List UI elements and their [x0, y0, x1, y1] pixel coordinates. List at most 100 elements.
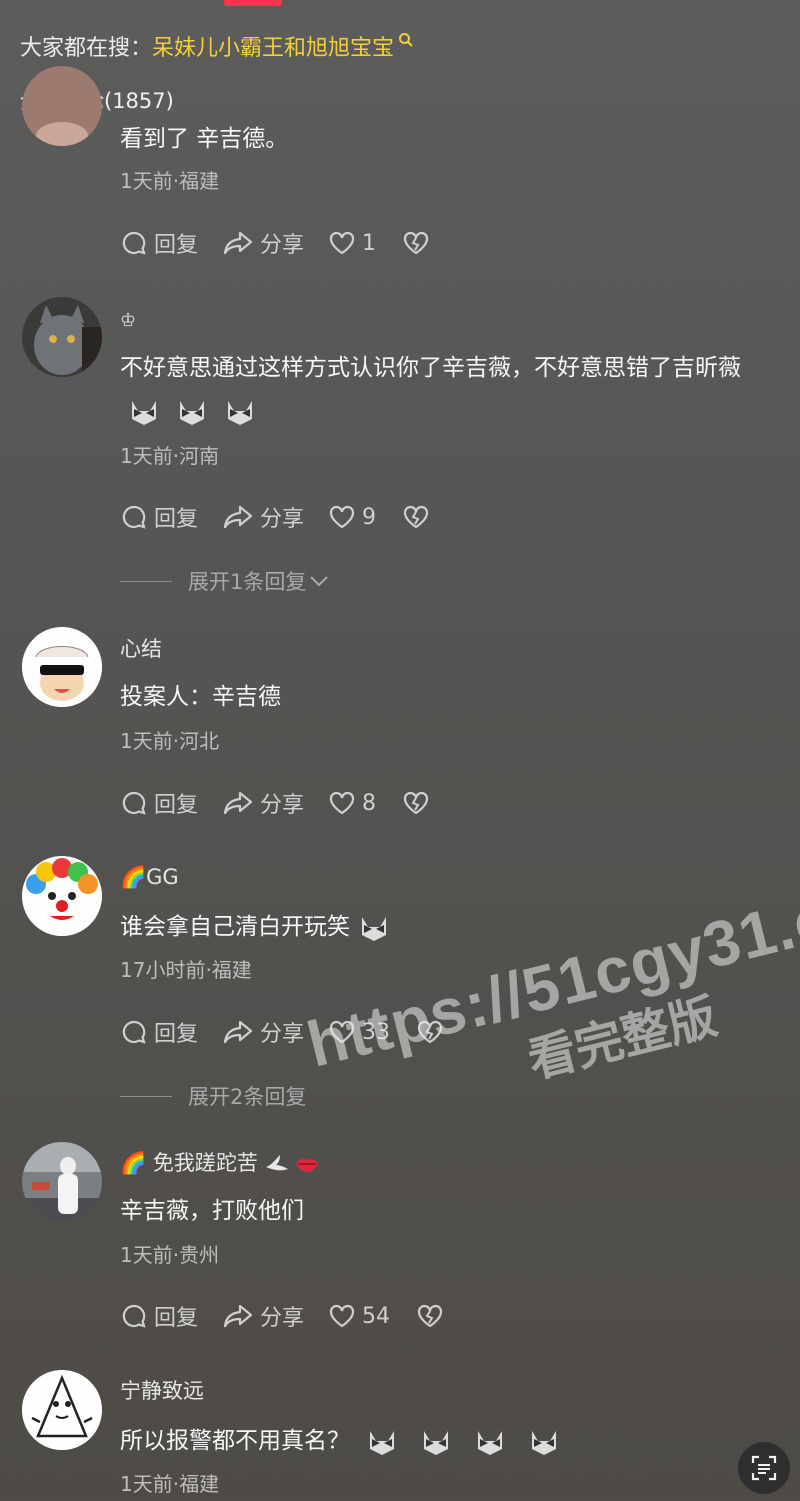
- dislike-button[interactable]: [402, 790, 436, 816]
- like-button[interactable]: 8: [328, 790, 376, 816]
- like-button[interactable]: 54: [328, 1303, 390, 1329]
- avatar[interactable]: [22, 1142, 102, 1222]
- share-icon: [223, 791, 253, 815]
- comment-actions: 回复 分享 54: [120, 1299, 474, 1333]
- avatar[interactable]: [22, 1370, 102, 1450]
- reply-button[interactable]: 回复: [120, 1300, 198, 1332]
- share-icon: [223, 505, 253, 529]
- reply-icon: [122, 791, 146, 815]
- comment-username[interactable]: 🌈 免我蹉跎苦: [120, 1148, 320, 1178]
- reply-label: 回复: [154, 793, 199, 818]
- comment-text: 投案人：辛吉德: [120, 684, 281, 710]
- reply-label: 回复: [154, 233, 199, 258]
- comment-meta: 1天前·福建: [120, 1472, 220, 1496]
- comment-meta: 1天前·贵州: [120, 1243, 220, 1267]
- cat-emoji-icon: [420, 1427, 452, 1457]
- comment-actions: 回复 分享 9: [120, 500, 460, 534]
- comment-username-text: 🌈 免我蹉跎苦: [120, 1151, 258, 1175]
- broken-heart-icon: [403, 505, 429, 529]
- avatar[interactable]: [22, 627, 102, 707]
- like-button[interactable]: 9: [328, 504, 376, 530]
- share-button[interactable]: 分享: [222, 787, 304, 819]
- share-icon: [223, 1020, 253, 1044]
- scan-text-button[interactable]: [738, 1442, 790, 1494]
- reply-icon: [122, 505, 146, 529]
- reply-button[interactable]: 回复: [120, 1016, 198, 1048]
- broken-heart-icon: [417, 1304, 443, 1328]
- share-label: 分享: [260, 507, 305, 532]
- dislike-button[interactable]: [402, 230, 436, 256]
- comment-text-content: 谁会拿自己清白开玩笑: [120, 914, 350, 940]
- comment-meta: 1天前·河北: [120, 729, 220, 753]
- tab-indicator: [224, 0, 282, 6]
- lips-icon: [295, 1159, 318, 1172]
- like-count: 54: [362, 1303, 391, 1329]
- cat-emoji-icon: [528, 1427, 560, 1457]
- comment-actions: 回复 分享 8: [120, 786, 460, 820]
- broken-heart-icon: [403, 791, 429, 815]
- divider: [120, 1095, 172, 1097]
- divider: [120, 580, 172, 582]
- expand-replies-button[interactable]: 展开1条回复: [120, 566, 330, 596]
- heart-icon: [329, 791, 355, 815]
- cat-emoji-icon: [176, 397, 208, 427]
- heart-icon: [329, 231, 355, 255]
- comment-text: 看到了 辛吉德。: [120, 126, 289, 152]
- share-button[interactable]: 分享: [222, 1016, 304, 1048]
- comment-text-content: 不好意思通过这样方式认识你了辛吉薇，不好意思错了吉昕薇: [120, 355, 741, 381]
- reply-button[interactable]: 回复: [120, 787, 198, 819]
- search-icon: [398, 32, 414, 52]
- comment-text: 辛吉薇，打败他们: [120, 1198, 304, 1224]
- share-label: 分享: [260, 1022, 305, 1047]
- heart-icon: [329, 505, 355, 529]
- reply-label: 回复: [154, 1306, 199, 1331]
- avatar[interactable]: [22, 297, 102, 377]
- comment-username[interactable]: 心结: [120, 634, 162, 664]
- cat-emoji-icon: [366, 1427, 398, 1457]
- comment-text-content: 所以报警都不用真名？: [120, 1428, 350, 1454]
- reply-icon: [122, 231, 146, 255]
- comment-meta: 17小时前·福建: [120, 958, 252, 982]
- dislike-button[interactable]: [402, 504, 436, 530]
- expand-replies-label: 展开1条回复: [188, 570, 307, 594]
- avatar[interactable]: [22, 66, 102, 146]
- like-button[interactable]: 1: [328, 230, 376, 256]
- like-count: 9: [362, 504, 377, 530]
- share-button[interactable]: 分享: [222, 1300, 304, 1332]
- cat-emoji-icon: [474, 1427, 506, 1457]
- dislike-button[interactable]: [416, 1303, 450, 1329]
- heart-icon: [329, 1304, 355, 1328]
- like-count: 8: [362, 790, 377, 816]
- share-label: 分享: [260, 233, 305, 258]
- comment-meta: 1天前·福建: [120, 169, 220, 193]
- expand-replies-label: 展开2条回复: [188, 1085, 307, 1109]
- search-suggestion[interactable]: 大家都在搜：呆妹儿小霸王和旭旭宝宝: [20, 32, 414, 66]
- cat-emoji-icon: [358, 913, 390, 943]
- share-icon: [223, 231, 253, 255]
- reply-label: 回复: [154, 507, 199, 532]
- share-label: 分享: [260, 1306, 305, 1331]
- avatar[interactable]: [22, 856, 102, 936]
- cat-emoji-icon: [224, 397, 256, 427]
- scan-text-icon: [751, 1455, 777, 1481]
- comment-actions: 回复 分享 1: [120, 226, 460, 260]
- like-count: 1: [362, 230, 377, 256]
- cat-emoji-icon: [128, 397, 160, 427]
- reply-label: 回复: [154, 1022, 199, 1047]
- comment-meta: 1天前·河南: [120, 444, 220, 468]
- comment-text: 不好意思通过这样方式认识你了辛吉薇，不好意思错了吉昕薇: [120, 347, 788, 433]
- share-button[interactable]: 分享: [222, 227, 304, 259]
- dove-icon: [265, 1155, 288, 1171]
- search-term-link[interactable]: 呆妹儿小霸王和旭旭宝宝: [152, 36, 394, 61]
- reply-button[interactable]: 回复: [120, 227, 198, 259]
- share-icon: [223, 1304, 253, 1328]
- comment-username[interactable]: 宁静致远: [120, 1376, 204, 1406]
- broken-heart-icon: [403, 231, 429, 255]
- share-button[interactable]: 分享: [222, 501, 304, 533]
- reply-icon: [122, 1020, 146, 1044]
- expand-replies-button[interactable]: 展开2条回复: [120, 1081, 306, 1111]
- reply-button[interactable]: 回复: [120, 501, 198, 533]
- comment-username[interactable]: ♔: [120, 306, 136, 336]
- comment-text: 所以报警都不用真名？: [120, 1420, 788, 1463]
- comment-username[interactable]: 🌈GG: [120, 862, 179, 892]
